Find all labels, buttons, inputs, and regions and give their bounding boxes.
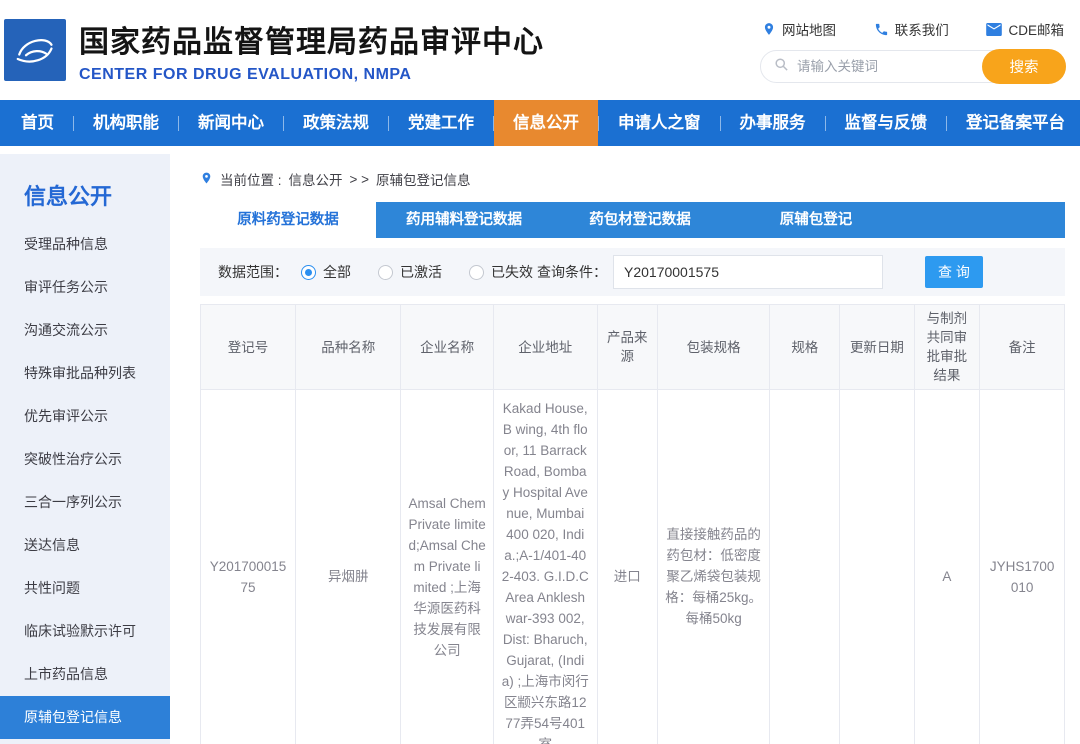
- main-nav: 首页 机构职能 新闻中心 政策法规 党建工作 信息公开 申请人之窗 办事服务 监…: [0, 100, 1080, 146]
- breadcrumb-prefix: 当前位置 :: [220, 169, 282, 189]
- nav-item-policies[interactable]: 政策法规: [284, 100, 388, 146]
- radio-activated-label: 已激活: [400, 262, 442, 282]
- sitemap-link[interactable]: 网站地图: [762, 19, 836, 39]
- tab-excipient-registration[interactable]: 药用辅料登记数据: [376, 202, 552, 238]
- breadcrumb: 当前位置 : 信息公开 > > 原辅包登记信息: [200, 169, 1065, 189]
- sidebar-item-priority-review[interactable]: 优先审评公示: [0, 395, 170, 438]
- radio-expired-label: 已失效: [491, 262, 533, 282]
- radio-unselected-icon: [469, 265, 484, 280]
- brand-text: 国家药品监督管理局药品审评中心 CENTER FOR DRUG EVALUATI…: [79, 17, 544, 84]
- registration-table: 登记号 品种名称 企业名称 企业地址 产品来源 包装规格 规格 更新日期 与制剂…: [200, 304, 1065, 744]
- cell-variety-name: 异烟肼: [296, 390, 401, 744]
- col-company-address: 企业地址: [493, 305, 597, 390]
- query-label: 查询条件：: [537, 262, 607, 282]
- col-joint-review-result: 与制剂共同审批审批结果: [914, 305, 980, 390]
- sidebar-item-accepted-varieties[interactable]: 受理品种信息: [0, 223, 170, 266]
- filter-bar: 数据范围： 全部 已激活 已失效 查询条件： 查 询: [200, 248, 1065, 296]
- radio-all[interactable]: 全部: [301, 262, 351, 282]
- breadcrumb-current[interactable]: 原辅包登记信息: [376, 169, 471, 189]
- col-packaging-spec: 包装规格: [658, 305, 770, 390]
- sidebar-item-common-issues[interactable]: 共性问题: [0, 567, 170, 610]
- radio-expired[interactable]: 已失效: [469, 262, 533, 282]
- table-row: Y20170001575 异烟肼 Amsal Chem Private limi…: [201, 390, 1065, 744]
- cde-mail-link-label: CDE邮箱: [1008, 19, 1064, 39]
- col-spec: 规格: [770, 305, 840, 390]
- cde-mail-link[interactable]: CDE邮箱: [986, 19, 1064, 39]
- contact-link-label: 联系我们: [895, 19, 949, 39]
- radio-activated[interactable]: 已激活: [378, 262, 442, 282]
- sidebar-title: 信息公开: [0, 154, 170, 223]
- sidebar-item-clinical-trial-license[interactable]: 临床试验默示许可: [0, 610, 170, 653]
- nav-item-functions[interactable]: 机构职能: [74, 100, 178, 146]
- sidebar: 信息公开 受理品种信息 审评任务公示 沟通交流公示 特殊审批品种列表 优先审评公…: [0, 154, 170, 744]
- contact-link[interactable]: 联系我们: [874, 19, 949, 39]
- location-pin-icon: [200, 170, 213, 189]
- scope-label: 数据范围：: [218, 262, 288, 282]
- location-pin-icon: [762, 21, 776, 37]
- sidebar-item-review-tasks[interactable]: 审评任务公示: [0, 266, 170, 309]
- search-button[interactable]: 搜索: [982, 49, 1066, 84]
- phone-icon: [874, 22, 889, 37]
- site-title: 国家药品监督管理局药品审评中心: [79, 17, 544, 61]
- sidebar-item-breakthrough-therapy[interactable]: 突破性治疗公示: [0, 438, 170, 481]
- nav-item-services[interactable]: 办事服务: [721, 100, 825, 146]
- scope-radio-group: 全部 已激活 已失效: [301, 262, 533, 282]
- nav-item-info-disclosure[interactable]: 信息公开: [494, 100, 598, 146]
- site-header: 国家药品监督管理局药品审评中心 CENTER FOR DRUG EVALUATI…: [0, 0, 1080, 100]
- search-icon: [774, 57, 789, 77]
- breadcrumb-section[interactable]: 信息公开: [289, 169, 343, 189]
- tab-packaging-registration[interactable]: 药包材登记数据: [552, 202, 728, 238]
- breadcrumb-separator: > >: [350, 172, 370, 187]
- cell-company-name: Amsal Chem Private limited;Amsal Chem Pr…: [401, 390, 493, 744]
- radio-unselected-icon: [378, 265, 393, 280]
- nav-item-news-center[interactable]: 新闻中心: [179, 100, 283, 146]
- table-header-row: 登记号 品种名称 企业名称 企业地址 产品来源 包装规格 规格 更新日期 与制剂…: [201, 305, 1065, 390]
- nav-item-applicant-window[interactable]: 申请人之窗: [599, 100, 720, 146]
- radio-all-label: 全部: [323, 262, 351, 282]
- cell-registration-no: Y20170001575: [201, 390, 296, 744]
- cell-company-address: Kakad House, B wing, 4th floor, 11 Barra…: [493, 390, 597, 744]
- query-button[interactable]: 查 询: [925, 256, 983, 288]
- col-remarks: 备注: [980, 305, 1065, 390]
- sidebar-item-three-in-one[interactable]: 三合一序列公示: [0, 481, 170, 524]
- tab-yuanfubao-registration[interactable]: 原辅包登记: [728, 202, 904, 238]
- col-variety-name: 品种名称: [296, 305, 401, 390]
- sidebar-item-communication[interactable]: 沟通交流公示: [0, 309, 170, 352]
- cell-product-source: 进口: [597, 390, 657, 744]
- main-layout: 信息公开 受理品种信息 审评任务公示 沟通交流公示 特殊审批品种列表 优先审评公…: [0, 154, 1080, 744]
- header-search: 搜索: [760, 50, 1066, 83]
- nav-item-registration-platform[interactable]: 登记备案平台: [947, 100, 1080, 146]
- radio-selected-icon: [301, 265, 316, 280]
- sidebar-item-marketed-drugs[interactable]: 上市药品信息: [0, 653, 170, 696]
- nav-item-home[interactable]: 首页: [2, 100, 73, 146]
- sitemap-link-label: 网站地图: [782, 19, 836, 39]
- envelope-icon: [986, 23, 1002, 36]
- cell-update-date: [840, 390, 914, 744]
- sidebar-item-yuanfubao-registration[interactable]: 原辅包登记信息: [0, 696, 170, 739]
- nav-item-supervision-feedback[interactable]: 监督与反馈: [826, 100, 947, 146]
- header-right: 网站地图 联系我们 CDE邮箱 搜索: [760, 19, 1066, 83]
- col-product-source: 产品来源: [597, 305, 657, 390]
- col-company-name: 企业名称: [401, 305, 493, 390]
- tab-api-registration[interactable]: 原料药登记数据: [200, 202, 376, 238]
- sidebar-item-special-approval-list[interactable]: 特殊审批品种列表: [0, 352, 170, 395]
- cell-remarks: JYHS1700010: [980, 390, 1065, 744]
- col-registration-no: 登记号: [201, 305, 296, 390]
- tab-bar: 原料药登记数据 药用辅料登记数据 药包材登记数据 原辅包登记: [200, 202, 1065, 238]
- col-update-date: 更新日期: [840, 305, 914, 390]
- sidebar-item-delivery-info[interactable]: 送达信息: [0, 524, 170, 567]
- query-input[interactable]: [613, 255, 883, 289]
- site-subtitle: CENTER FOR DRUG EVALUATION, NMPA: [79, 66, 544, 84]
- cde-logo-icon: [4, 19, 66, 81]
- cell-joint-review-result: A: [914, 390, 980, 744]
- search-input[interactable]: [789, 59, 982, 74]
- cell-packaging-spec: 直接接触药品的药包材：低密度聚乙烯袋包装规格：每桶25kg。每桶50kg: [658, 390, 770, 744]
- quick-links: 网站地图 联系我们 CDE邮箱: [760, 19, 1066, 39]
- content: 当前位置 : 信息公开 > > 原辅包登记信息 原料药登记数据 药用辅料登记数据…: [170, 154, 1080, 744]
- cell-spec: [770, 390, 840, 744]
- nav-item-party-building[interactable]: 党建工作: [389, 100, 493, 146]
- brand: 国家药品监督管理局药品审评中心 CENTER FOR DRUG EVALUATI…: [4, 17, 544, 84]
